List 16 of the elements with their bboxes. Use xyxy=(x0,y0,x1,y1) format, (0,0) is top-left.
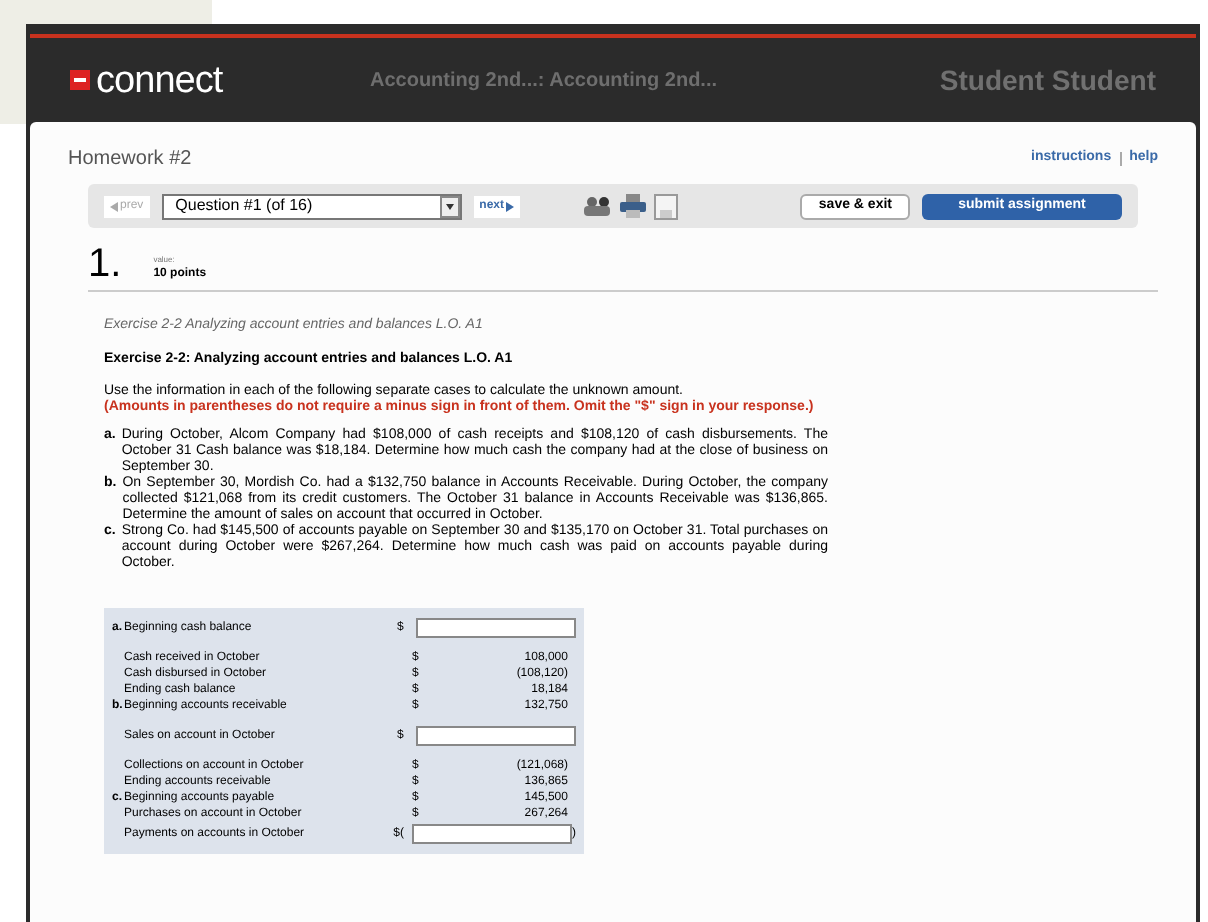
answer-field[interactable] xyxy=(416,618,576,638)
logo-icon xyxy=(70,70,90,90)
print-icon[interactable] xyxy=(620,194,647,218)
user-name: Student Student xyxy=(939,61,1156,99)
save-icon[interactable] xyxy=(654,193,679,219)
question-select[interactable]: Question #1 (of 16) xyxy=(161,193,462,219)
right-arrow-icon xyxy=(506,201,515,211)
logo: connect xyxy=(96,61,223,99)
left-arrow-icon xyxy=(110,201,118,211)
dropdown-icon xyxy=(439,195,460,217)
answer-field[interactable] xyxy=(416,726,576,746)
answer-field[interactable] xyxy=(412,824,572,844)
people-icon[interactable] xyxy=(584,196,613,216)
assignment-title: Homework #2 xyxy=(68,146,192,174)
question-number: 1. xyxy=(88,244,122,284)
course-title: Accounting 2nd...: Accounting 2nd... xyxy=(370,67,718,95)
